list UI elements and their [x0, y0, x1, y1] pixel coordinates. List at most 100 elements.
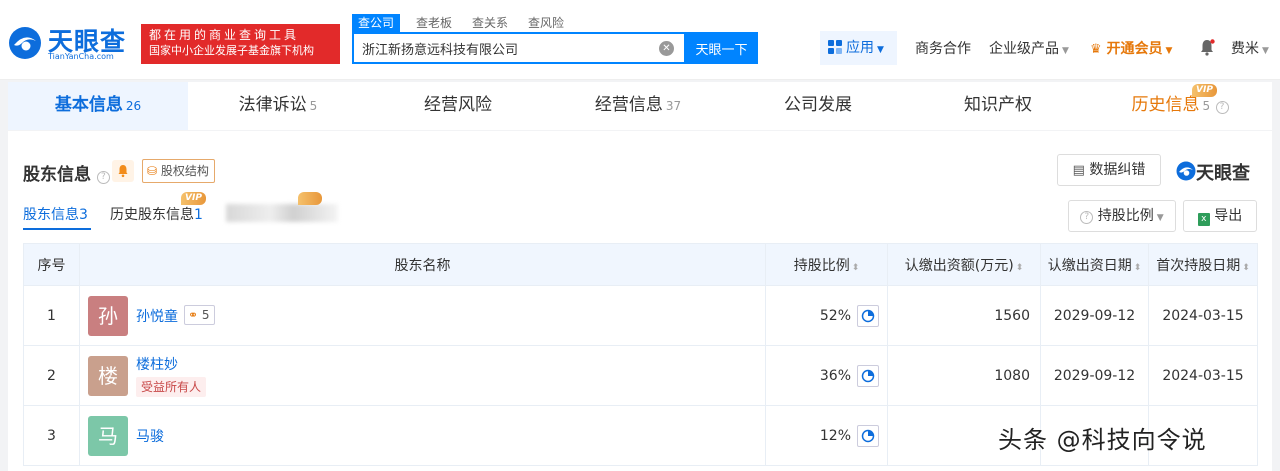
search-tab-relation[interactable]: 查关系	[466, 14, 514, 32]
sort-icon: ⬍	[1133, 262, 1142, 273]
tab-history[interactable]: 历史信息 5 ?	[1088, 82, 1272, 130]
excel-icon: x	[1197, 213, 1210, 226]
shareholder-name-link[interactable]: 马骏	[136, 426, 164, 446]
col-first-date-label: 首次持股日期	[1156, 257, 1241, 274]
related-companies-badge[interactable]: ⚭ 5	[184, 305, 215, 325]
equity-structure-icon: ⛁	[147, 164, 158, 178]
promo-line-2: 国家中小企业发展子基金旗下机构	[149, 44, 314, 57]
search-tab-company[interactable]: 查公司	[352, 14, 401, 32]
help-icon: ?	[1080, 211, 1094, 224]
tab-count: 37	[665, 99, 682, 113]
sort-by-ratio-dropdown[interactable]: ? 持股比例 ▼	[1068, 200, 1176, 232]
tab-label: 知识产权	[964, 95, 1032, 115]
shareholder-cell: 孙 孙悦童 ⚭ 5	[79, 285, 766, 346]
tab-legal[interactable]: 法律诉讼 5	[188, 82, 368, 130]
nav-vip-link[interactable]: ♛ 开通会员 ▼	[1090, 38, 1172, 58]
chevron-down-icon: ▼	[877, 45, 884, 55]
pie-chart-icon[interactable]	[857, 424, 879, 447]
data-correction-button[interactable]: ▤ 数据纠错	[1057, 154, 1161, 186]
avatar[interactable]: 孙	[88, 296, 128, 336]
table-row: 2 楼 楼柱妙 受益所有人 36% 1080 2029-09-12 2024-0…	[23, 345, 1258, 406]
shareholder-cell: 楼 楼柱妙 受益所有人	[79, 345, 766, 406]
shareholder-name-link[interactable]: 孙悦童	[136, 306, 178, 326]
tab-development[interactable]: 公司发展	[728, 82, 908, 130]
tab-count: 5	[1202, 99, 1211, 113]
subtab-count: 3	[79, 207, 88, 223]
col-amount[interactable]: 认缴出资额(万元) ⬍	[887, 243, 1041, 286]
apps-grid-icon	[828, 40, 842, 54]
col-amount-label: 认缴出资额(万元)	[904, 257, 1014, 274]
subtab-shareholders[interactable]: 股东信息3	[23, 204, 88, 224]
tab-label: 基本信息	[54, 95, 123, 115]
col-ratio[interactable]: 持股比例 ⬍	[765, 243, 888, 286]
vip-badge-icon	[298, 192, 322, 205]
equity-structure-button[interactable]: ⛁ 股权结构	[142, 159, 215, 183]
ratio-value: 52%	[819, 307, 851, 324]
chevron-down-icon: ▼	[1262, 46, 1269, 56]
tab-label: 经营信息	[594, 95, 663, 115]
beneficiary-tag: 受益所有人	[136, 377, 207, 397]
tab-basic-info[interactable]: 基本信息 26	[8, 82, 188, 130]
amount-cell: 1560	[887, 285, 1041, 346]
vip-badge: VIP	[181, 192, 206, 205]
sort-icon: ⬍	[851, 262, 860, 273]
section-title: 股东信息 ?	[23, 160, 110, 185]
shareholder-name-link[interactable]: 楼柱妙	[136, 354, 178, 374]
company-main-tabs: 基本信息 26 法律诉讼 5 经营风险 经营信息 37 公司发展 知识产权 历史信息 5…	[8, 82, 1272, 130]
search-box: ✕	[352, 32, 686, 64]
chevron-down-icon: ▼	[1156, 213, 1164, 223]
tab-label: 经营风险	[424, 95, 492, 115]
help-icon[interactable]: ?	[96, 171, 110, 184]
edit-doc-icon: ▤	[1072, 163, 1085, 178]
ratio-cell: 12%	[765, 405, 888, 466]
apps-label: 应用	[846, 40, 874, 56]
ratio-cell: 52%	[765, 285, 888, 346]
amount-cell: 1080	[887, 345, 1041, 406]
vip-badge: VIP	[1192, 84, 1217, 97]
col-index: 序号	[23, 243, 80, 286]
blurred-subtab[interactable]	[226, 204, 338, 222]
subtab-label: 历史股东信息	[110, 207, 194, 223]
tab-label: 公司发展	[784, 95, 852, 115]
nav-business-link[interactable]: 商务合作	[915, 38, 971, 58]
export-button[interactable]: x 导出	[1183, 200, 1257, 232]
subtab-history-shareholders[interactable]: 历史股东信息1	[110, 204, 203, 224]
tab-label: 历史信息	[1131, 95, 1200, 115]
promo-banner[interactable]: 都在用的商业查询工具 国家中小企业发展子基金旗下机构	[141, 24, 340, 64]
clear-icon[interactable]: ✕	[659, 41, 674, 56]
help-icon: ?	[1215, 101, 1229, 114]
section-title-text: 股东信息	[23, 165, 91, 185]
logo-domain: TianYanCha.com	[48, 52, 114, 61]
tianyancha-logo[interactable]: 天眼查 TianYanCha.com	[8, 22, 136, 64]
subtab-label: 股东信息	[23, 207, 79, 223]
search-tab-risk[interactable]: 查风险	[522, 14, 570, 32]
search-input[interactable]	[362, 34, 652, 62]
network-icon: ⚭	[188, 308, 199, 322]
tab-count: 5	[309, 99, 318, 113]
equity-structure-label: 股权结构	[160, 164, 209, 178]
search-button[interactable]: 天眼一下	[685, 32, 758, 64]
pie-chart-icon[interactable]	[857, 364, 879, 387]
nav-enterprise-link[interactable]: 企业级产品 ▼	[989, 38, 1069, 58]
tab-ip[interactable]: 知识产权	[908, 82, 1088, 130]
apps-button[interactable]: 应用 ▼	[820, 31, 897, 65]
active-subtab-underline	[23, 228, 91, 230]
col-first-date[interactable]: 首次持股日期 ⬍	[1148, 243, 1258, 286]
user-menu[interactable]: 费米 ▼	[1231, 38, 1269, 58]
brand-watermark: 天眼查	[1176, 159, 1260, 184]
search-tab-boss[interactable]: 查老板	[410, 14, 458, 32]
bell-icon[interactable]	[1198, 38, 1216, 56]
avatar[interactable]: 马	[88, 416, 128, 456]
avatar[interactable]: 楼	[88, 356, 128, 396]
eye-logo-icon	[1176, 161, 1196, 181]
ratio-value: 12%	[819, 427, 851, 444]
pie-chart-icon[interactable]	[857, 304, 879, 327]
col-date[interactable]: 认缴出资日期 ⬍	[1040, 243, 1149, 286]
tab-count: 26	[125, 99, 142, 113]
sort-icon: ⬍	[1015, 262, 1024, 273]
sort-by-ratio-label: 持股比例	[1097, 208, 1154, 224]
data-correction-label: 数据纠错	[1089, 162, 1146, 178]
tab-risk[interactable]: 经营风险	[368, 82, 548, 130]
tab-operation[interactable]: 经营信息 37	[548, 82, 728, 130]
monitor-bell-icon[interactable]	[112, 160, 134, 182]
